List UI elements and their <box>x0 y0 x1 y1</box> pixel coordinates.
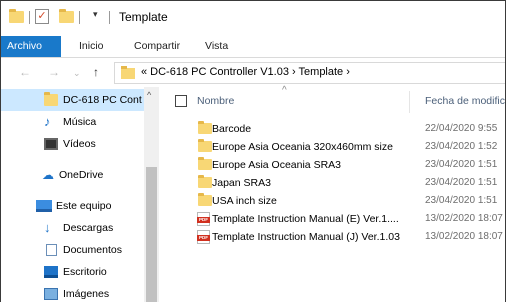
tab-archivo[interactable]: Archivo <box>1 36 61 57</box>
title-separator <box>79 11 80 24</box>
pdf-icon: PDF <box>197 230 210 244</box>
file-date: 13/02/2020 18:07 <box>425 231 503 242</box>
navigation-pane: DC-618 PC Cont ♪ Música Vídeos ☁ OneDriv… <box>1 87 159 302</box>
file-name: Europe Asia Oceania 320x460mm size <box>212 141 393 153</box>
tab-compartir[interactable]: Compartir <box>126 36 188 57</box>
file-date: 23/04/2020 1:51 <box>425 159 498 170</box>
desktop-icon <box>44 266 58 278</box>
folder-icon <box>198 121 212 134</box>
file-date: 23/04/2020 1:52 <box>425 141 498 152</box>
folder-icon <box>9 9 24 23</box>
nav-item-label: Este equipo <box>56 200 112 212</box>
file-name: Japan SRA3 <box>212 177 271 189</box>
file-row[interactable]: Europe Asia Oceania 320x460mm size 23/04… <box>161 138 505 156</box>
file-row[interactable]: USA inch size 23/04/2020 1:51 <box>161 192 505 210</box>
folder-icon <box>198 193 212 206</box>
back-arrow-icon[interactable]: ← <box>19 65 31 79</box>
nav-item-label: Vídeos <box>63 138 96 150</box>
nav-item-label: DC-618 PC Cont <box>63 94 142 106</box>
scroll-thumb[interactable] <box>146 167 157 302</box>
nav-item-este-equipo[interactable]: Este equipo <box>1 195 144 217</box>
file-list: Nombre ^ Fecha de modific Barcode 22/04/… <box>161 85 505 302</box>
folder-icon <box>198 175 212 188</box>
file-date: 22/04/2020 9:55 <box>425 123 498 134</box>
nav-item-dc-618-pc-controller[interactable]: DC-618 PC Cont <box>1 89 144 111</box>
address-row: ← → ⌄ ↑ « DC-618 PC Controller V1.03 › T… <box>1 60 505 86</box>
file-date: 23/04/2020 1:51 <box>425 177 498 188</box>
file-name: Europe Asia Oceania SRA3 <box>212 159 341 171</box>
ribbon-tabs: Archivo Inicio Compartir Vista <box>1 36 505 58</box>
recent-locations-chevron-icon[interactable]: ⌄ <box>73 68 81 79</box>
explorer-window: ✓ ▾ Template Archivo Inicio Compartir Vi… <box>0 0 506 302</box>
file-row[interactable]: PDF Template Instruction Manual (J) Ver.… <box>161 228 505 246</box>
nav-item-label: Escritorio <box>63 266 107 278</box>
column-divider[interactable] <box>409 91 410 113</box>
nav-item-label: Documentos <box>63 244 122 256</box>
pictures-icon <box>44 288 58 300</box>
file-row[interactable]: Europe Asia Oceania SRA3 23/04/2020 1:51 <box>161 156 505 174</box>
nav-item-label: Imágenes <box>63 288 110 300</box>
music-icon: ♪ <box>44 114 51 129</box>
download-icon: ↓ <box>44 220 51 235</box>
scroll-up-icon[interactable]: ^ <box>147 90 151 100</box>
file-row[interactable]: Japan SRA3 23/04/2020 1:51 <box>161 174 505 192</box>
customize-quick-access-icon[interactable]: ▾ <box>93 9 98 20</box>
folder-icon <box>198 139 212 152</box>
column-date-header[interactable]: Fecha de modific <box>425 95 505 107</box>
video-icon <box>44 138 58 150</box>
file-name: Template Instruction Manual (E) Ver.1...… <box>212 213 399 225</box>
nav-item-imagenes[interactable]: Imágenes <box>1 283 144 302</box>
nav-item-label: Música <box>63 116 97 128</box>
nav-item-label: Descargas <box>63 222 114 234</box>
computer-icon <box>36 200 52 212</box>
tab-inicio[interactable]: Inicio <box>71 36 112 57</box>
nav-item-escritorio[interactable]: Escritorio <box>1 261 144 283</box>
file-name: USA inch size <box>212 195 277 207</box>
new-folder-quick-access-icon[interactable] <box>59 9 74 23</box>
select-all-checkbox[interactable] <box>175 95 187 107</box>
nav-item-musica[interactable]: ♪ Música <box>1 111 144 133</box>
title-separator <box>29 11 30 24</box>
nav-item-documentos[interactable]: Documentos <box>1 239 144 261</box>
file-name: Barcode <box>212 123 252 135</box>
forward-arrow-icon[interactable]: → <box>48 65 60 79</box>
column-header: Nombre ^ Fecha de modific <box>161 85 505 115</box>
nav-item-onedrive[interactable]: ☁ OneDrive <box>1 164 144 186</box>
nav-scrollbar[interactable]: ^ <box>144 87 159 302</box>
nav-item-videos[interactable]: Vídeos <box>1 133 144 155</box>
file-row[interactable]: Barcode 22/04/2020 9:55 <box>161 120 505 138</box>
nav-item-label: OneDrive <box>59 169 104 181</box>
cloud-icon: ☁ <box>42 168 54 182</box>
window-title: Template <box>119 10 168 24</box>
pdf-icon: PDF <box>197 212 210 226</box>
up-arrow-icon[interactable]: ↑ <box>93 65 99 79</box>
file-name: Template Instruction Manual (J) Ver.1.03 <box>212 231 400 243</box>
folder-icon <box>44 92 58 106</box>
address-path[interactable]: « DC-618 PC Controller V1.03 › Template … <box>141 66 350 78</box>
properties-quick-access-icon[interactable]: ✓ <box>35 9 49 24</box>
folder-icon <box>121 66 135 79</box>
nav-item-descargas[interactable]: ↓ Descargas <box>1 217 144 239</box>
folder-icon <box>198 157 212 170</box>
file-row[interactable]: PDF Template Instruction Manual (E) Ver.… <box>161 210 505 228</box>
title-separator <box>109 11 110 24</box>
file-date: 23/04/2020 1:51 <box>425 195 498 206</box>
sort-ascending-icon: ^ <box>282 85 287 96</box>
address-bar[interactable]: « DC-618 PC Controller V1.03 › Template … <box>114 62 505 84</box>
file-date: 13/02/2020 18:07 <box>425 213 503 224</box>
tab-vista[interactable]: Vista <box>197 36 236 57</box>
title-bar: ✓ ▾ Template <box>1 1 505 35</box>
column-name-header[interactable]: Nombre <box>197 95 234 107</box>
document-icon <box>46 244 57 256</box>
